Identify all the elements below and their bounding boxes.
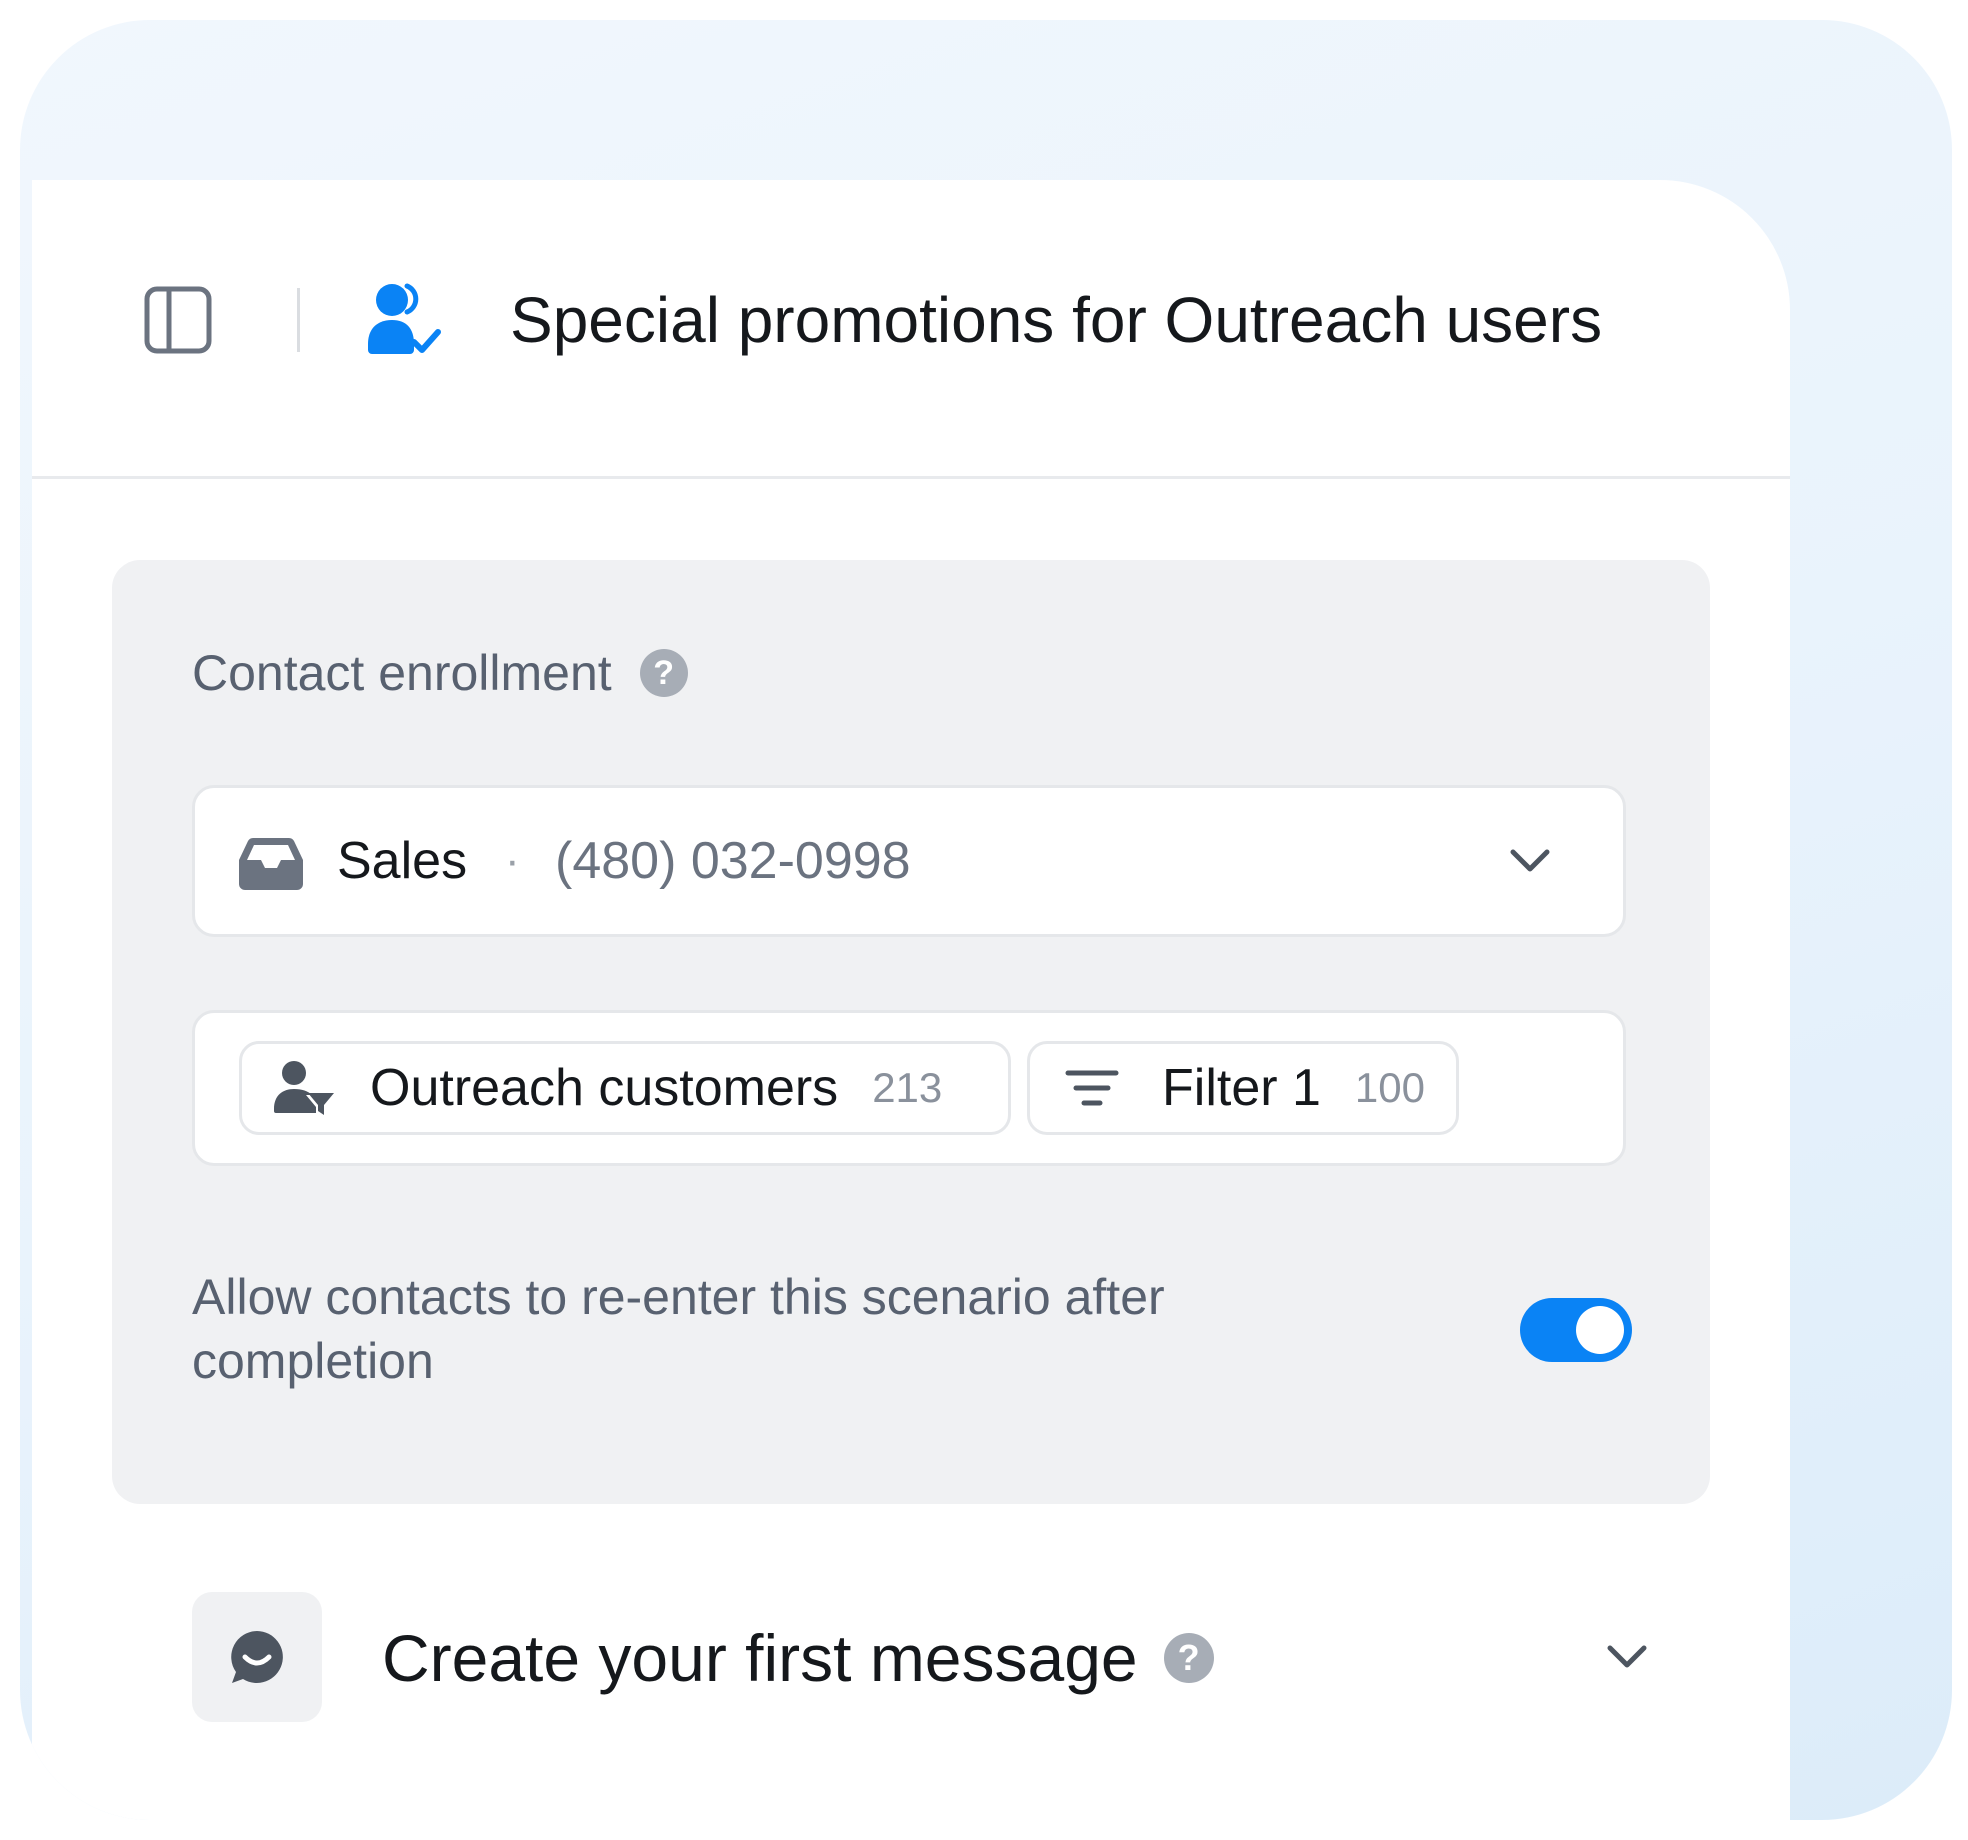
chevron-down-icon — [1607, 1645, 1647, 1668]
toggle-knob — [1576, 1306, 1624, 1354]
chip-label: Filter 1 — [1162, 1059, 1321, 1117]
chat-smile-icon — [231, 1631, 283, 1683]
contact-enrollment-card: Contact enrollment ? Sales · (480) 032-0… — [112, 560, 1710, 1504]
separator-dot: · — [505, 836, 520, 885]
chip-label: Outreach customers — [370, 1059, 839, 1117]
sidebar-panel-icon — [144, 286, 212, 354]
create-message-row[interactable]: Create your first message ? — [32, 1592, 1790, 1724]
section-title-text: Contact enrollment — [192, 645, 612, 701]
reenter-toggle[interactable] — [1520, 1298, 1632, 1362]
chevron-down-icon — [1510, 849, 1550, 872]
help-icon[interactable]: ? — [1163, 1633, 1214, 1683]
inbox-label: Sales — [337, 832, 468, 890]
message-title-text: Create your first message — [382, 1621, 1138, 1695]
app-frame: Special promotions for Outreach users Co… — [20, 20, 1952, 1820]
reenter-label: Allow contacts to re-enter this scenario… — [192, 1269, 1165, 1389]
panel-header: Special promotions for Outreach users — [32, 180, 1790, 479]
message-title: Create your first message ? — [382, 1618, 1214, 1698]
chip-count: 100 — [1354, 1064, 1425, 1111]
audience-chip[interactable]: Outreach customers 213 — [239, 1041, 1011, 1135]
filter-lines-icon — [1065, 1070, 1119, 1106]
header-divider — [297, 288, 300, 352]
inbox-tray-icon — [239, 838, 303, 890]
section-title: Contact enrollment ? — [192, 638, 688, 708]
help-icon[interactable]: ? — [639, 649, 688, 697]
message-icon-box — [192, 1592, 322, 1722]
user-check-icon — [368, 283, 441, 354]
user-filter-icon — [274, 1061, 334, 1115]
filter-chip[interactable]: Filter 1 100 — [1027, 1041, 1459, 1135]
audience-filters: Outreach customers 213 Filter 1 100 — [192, 1010, 1626, 1166]
scenario-panel: Special promotions for Outreach users Co… — [32, 180, 1790, 1820]
inbox-phone: (480) 032-0998 — [555, 832, 911, 890]
sidebar-toggle-button[interactable] — [142, 284, 214, 356]
inbox-select[interactable]: Sales · (480) 032-0998 — [192, 785, 1626, 937]
page-title: Special promotions for Outreach users — [510, 284, 1603, 356]
chip-count: 213 — [872, 1064, 943, 1111]
